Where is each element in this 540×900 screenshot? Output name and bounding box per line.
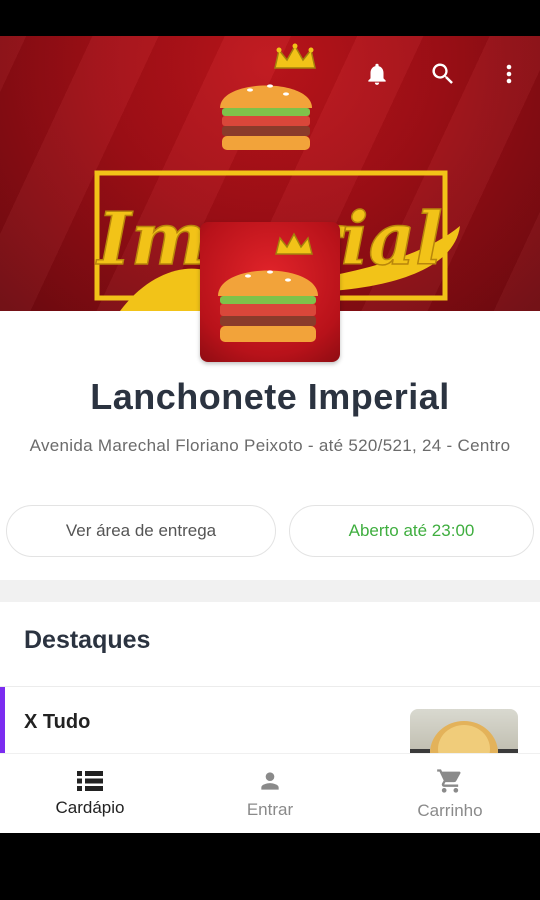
system-navigation-bar — [0, 833, 540, 900]
bottom-navigation: Cardápio Entrar Carrinho — [0, 753, 540, 833]
nav-item-label: Cardápio — [55, 798, 125, 817]
top-actions — [362, 56, 524, 92]
app-screen: Imperial — [0, 36, 540, 833]
nav-item-menu[interactable]: Cardápio — [0, 754, 180, 833]
store-name: Lanchonete Imperial — [90, 376, 450, 417]
store-address: Avenida Marechal Floriano Peixoto - até … — [29, 436, 511, 455]
cart-icon — [437, 769, 461, 793]
product-name: X Tudo — [24, 711, 91, 733]
nav-item-login[interactable]: Entrar — [180, 754, 360, 833]
status-bar — [0, 0, 540, 36]
nav-item-label: Carrinho — [417, 801, 483, 820]
section-divider — [0, 580, 540, 602]
delivery-area-button[interactable]: Ver área de entrega — [6, 505, 276, 557]
product-accent-bar — [0, 687, 5, 753]
bell-icon[interactable] — [362, 56, 392, 92]
search-icon[interactable] — [428, 56, 458, 92]
product-card[interactable]: X Tudo — [0, 687, 540, 769]
list-icon — [77, 771, 103, 791]
nav-item-label: Entrar — [246, 800, 294, 819]
nav-item-cart[interactable]: Carrinho — [360, 754, 540, 833]
highlights-title: Destaques — [24, 626, 151, 654]
more-vert-icon[interactable] — [494, 56, 524, 92]
store-logo — [200, 222, 340, 362]
person-icon — [261, 772, 279, 790]
open-status-button[interactable]: Aberto até 23:00 — [289, 505, 534, 557]
